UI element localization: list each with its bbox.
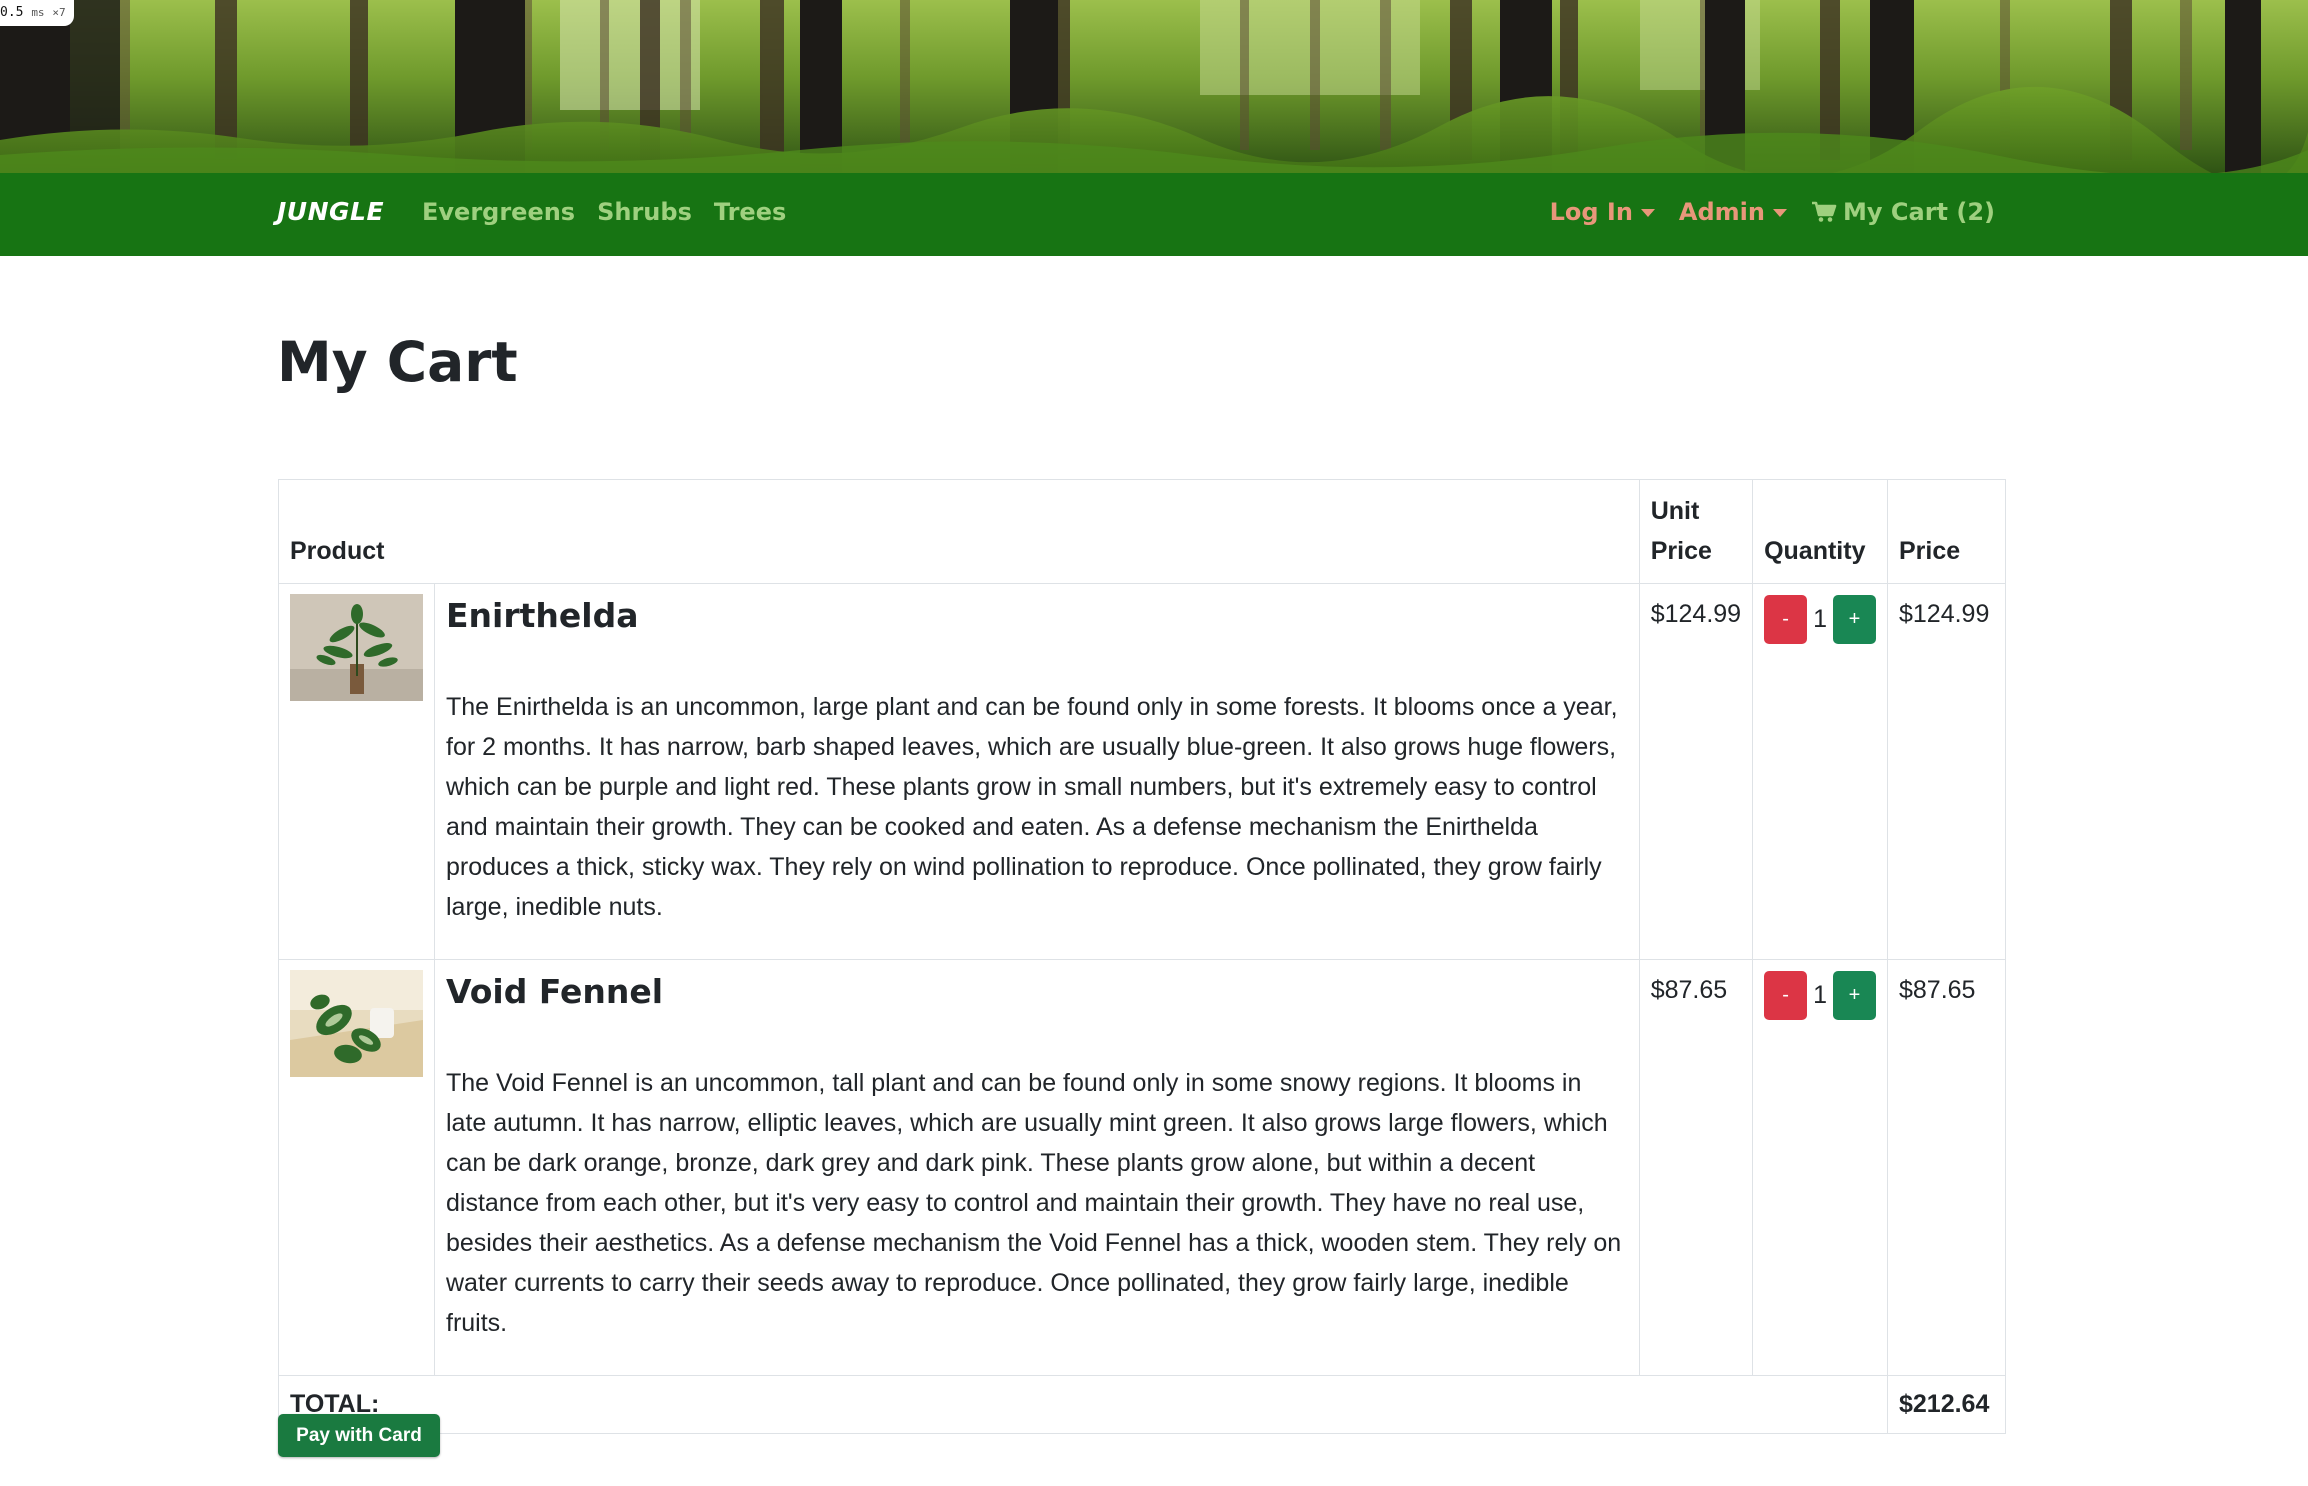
nav-links: Evergreens Shrubs Trees xyxy=(422,198,786,226)
nav-link-shrubs[interactable]: Shrubs xyxy=(597,198,692,226)
cart-table: Product Unit Price Quantity Price Enirth… xyxy=(278,479,2006,1434)
total-row: TOTAL: $212.64 xyxy=(278,1375,2006,1434)
product-name: Void Fennel xyxy=(446,972,664,1011)
login-dropdown[interactable]: Log In xyxy=(1550,198,1655,226)
unit-price: $124.99 xyxy=(1650,600,1742,628)
table-row: Void Fennel The Void Fennel is an uncomm… xyxy=(278,959,2006,1376)
product-description: The Enirthelda is an uncommon, large pla… xyxy=(446,693,1618,921)
decrease-quantity-button[interactable]: - xyxy=(1764,971,1808,1020)
product-image-enirthelda xyxy=(290,594,423,701)
total-value-cell: $212.64 xyxy=(1887,1375,2006,1434)
quantity-cell: - 1 + xyxy=(1752,959,1888,1376)
total-value: $212.64 xyxy=(1899,1390,1990,1418)
caret-down-icon xyxy=(1773,209,1787,217)
product-image-cell xyxy=(278,959,435,1376)
product-info-cell: Enirthelda The Enirthelda is an uncommon… xyxy=(434,583,1640,960)
page-title: My Cart xyxy=(277,330,518,394)
price-cell: $87.65 xyxy=(1887,959,2006,1376)
perf-multiplier: ×7 xyxy=(52,6,66,19)
unit-price-cell: $124.99 xyxy=(1638,583,1754,960)
product-image-void-fennel xyxy=(290,970,423,1077)
unit-price: $87.65 xyxy=(1650,976,1728,1004)
product-image-cell xyxy=(278,583,435,960)
admin-label: Admin xyxy=(1678,198,1765,226)
increase-quantity-button[interactable]: + xyxy=(1833,595,1876,644)
quantity-stepper: - 1 + xyxy=(1764,971,1876,1020)
my-cart-link[interactable]: My Cart (2) xyxy=(1811,198,1995,226)
perf-badge: 0.5 ms ×7 xyxy=(0,0,74,26)
increase-quantity-button[interactable]: + xyxy=(1833,971,1876,1020)
unit-price-cell: $87.65 xyxy=(1638,959,1754,1376)
brand-logo[interactable]: JUNGLE xyxy=(277,197,384,226)
perf-unit: ms xyxy=(31,6,45,19)
login-label: Log In xyxy=(1549,198,1633,226)
decrease-quantity-button[interactable]: - xyxy=(1764,595,1808,644)
total-label-cell: TOTAL: xyxy=(278,1375,1888,1434)
nav-right: Log In Admin My Cart (2) xyxy=(1550,198,1995,226)
table-row: Enirthelda The Enirthelda is an uncommon… xyxy=(278,583,2006,960)
quantity-cell: - 1 + xyxy=(1752,583,1888,960)
perf-value: 0.5 xyxy=(0,5,24,20)
cart-icon xyxy=(1812,201,1837,222)
table-header-row: Product Unit Price Quantity Price xyxy=(278,479,2006,584)
nav-link-evergreens[interactable]: Evergreens xyxy=(422,198,575,226)
product-name: Enirthelda xyxy=(446,596,639,635)
line-price: $87.65 xyxy=(1899,976,1976,1004)
caret-down-icon xyxy=(1640,209,1655,217)
header-unit-price: Unit Price xyxy=(1638,479,1754,584)
hero-banner xyxy=(0,0,2308,173)
header-quantity: Quantity xyxy=(1752,479,1888,584)
quantity-value: 1 xyxy=(1813,981,1827,1009)
quantity-stepper: - 1 + xyxy=(1764,595,1876,644)
header-product: Product xyxy=(278,479,1640,584)
cart-label: My Cart (2) xyxy=(1843,198,1995,226)
navbar: JUNGLE Evergreens Shrubs Trees Log In Ad… xyxy=(0,173,2308,256)
header-price: Price xyxy=(1887,479,2006,584)
nav-link-trees[interactable]: Trees xyxy=(714,198,786,226)
admin-dropdown[interactable]: Admin xyxy=(1679,198,1787,226)
product-description: The Void Fennel is an uncommon, tall pla… xyxy=(446,1069,1622,1337)
product-info-cell: Void Fennel The Void Fennel is an uncomm… xyxy=(434,959,1640,1376)
price-cell: $124.99 xyxy=(1887,583,2006,960)
line-price: $124.99 xyxy=(1899,600,1990,628)
forest-image xyxy=(0,0,2308,173)
pay-with-card-button[interactable]: Pay with Card xyxy=(278,1414,440,1457)
quantity-value: 1 xyxy=(1813,605,1827,633)
